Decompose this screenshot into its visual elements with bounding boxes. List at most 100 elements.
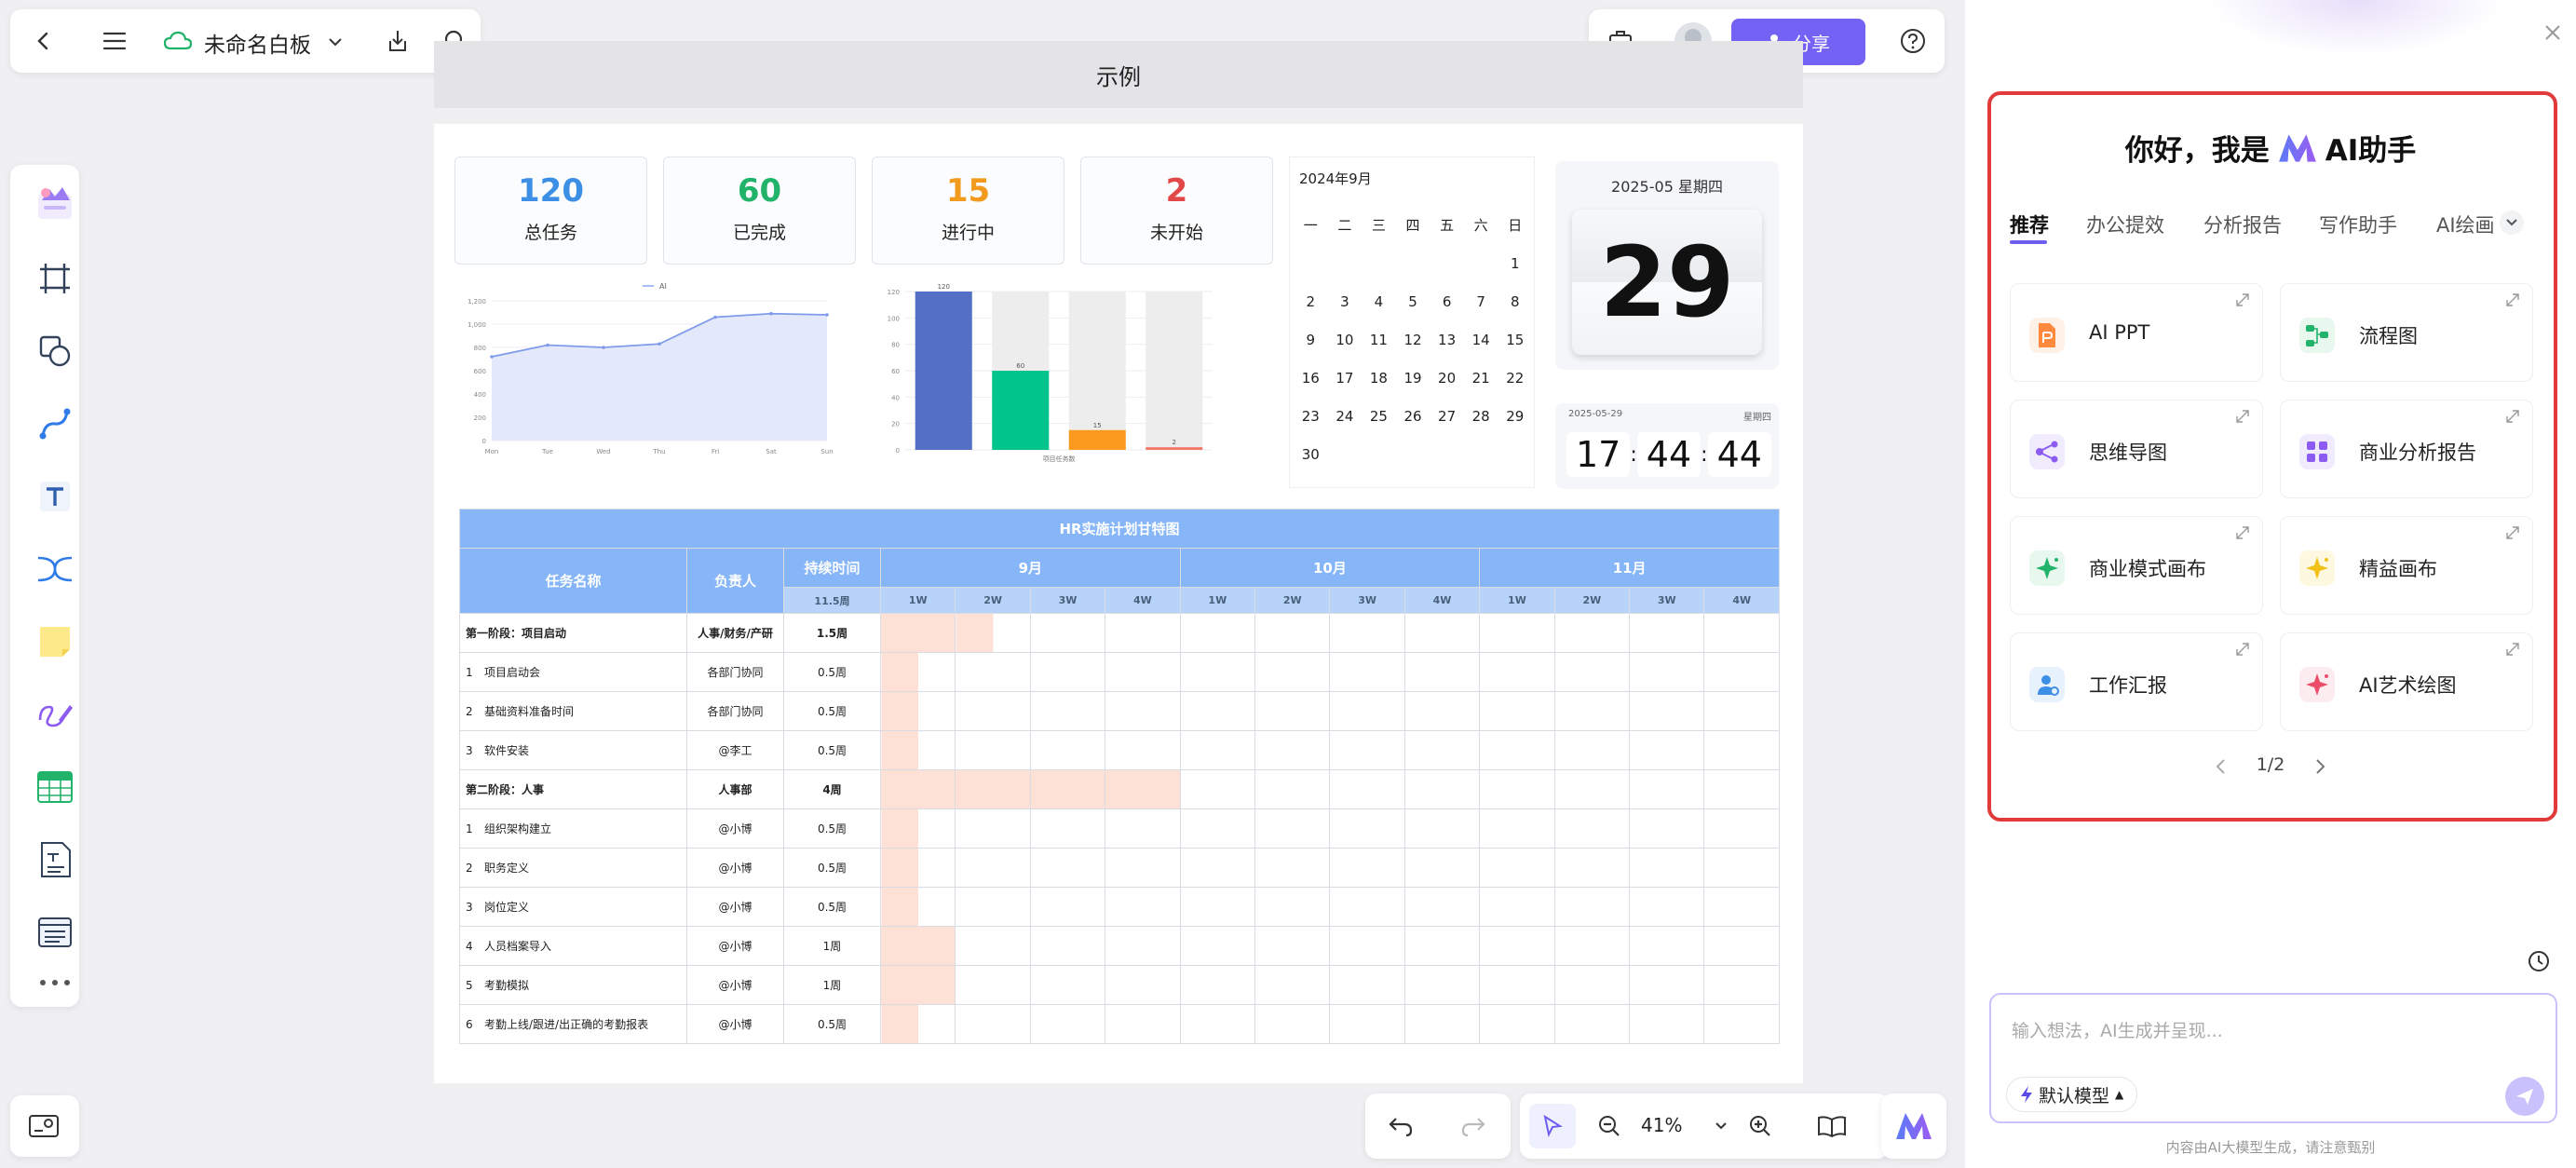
gantt-row[interactable]: 2 职务定义 @小博 0.5周 [459, 848, 1780, 888]
templates-icon[interactable] [29, 176, 81, 228]
frame-icon[interactable] [29, 252, 81, 305]
tab-ai-painting[interactable]: AI绘画 [2436, 211, 2495, 238]
expand-icon[interactable] [2234, 408, 2251, 425]
more-icon[interactable] [29, 966, 81, 999]
book-icon[interactable] [1816, 1111, 1848, 1141]
zoom-out-icon[interactable] [1594, 1111, 1624, 1141]
connector-icon[interactable] [29, 398, 81, 450]
chevron-down-icon[interactable] [327, 34, 344, 50]
history-clock-icon[interactable] [2526, 948, 2552, 974]
calendar-day[interactable]: 6 [1430, 293, 1464, 310]
redo-icon[interactable] [1458, 1111, 1488, 1141]
stat-card-total[interactable]: 120 总任务 [454, 156, 647, 265]
whiteboard-canvas[interactable]: 未命名白板 分享 示例 120 总任务 60 已完成 15 进行中 2 未开始 … [0, 0, 1965, 1168]
ai-feature-card[interactable]: 流程图 [2280, 283, 2533, 382]
calendar-day[interactable]: 11 [1362, 332, 1396, 348]
calendar-day[interactable]: 13 [1430, 332, 1464, 348]
gantt-row[interactable]: 2 基础资料准备时间 各部门协同 0.5周 [459, 691, 1780, 731]
stat-card-done[interactable]: 60 已完成 [663, 156, 856, 265]
text-document-icon[interactable] [29, 834, 81, 886]
text-icon[interactable] [29, 470, 81, 523]
gantt-row[interactable]: 第二阶段：人事 人事部 4周 [459, 769, 1780, 809]
expand-icon[interactable] [2234, 641, 2251, 658]
gantt-row[interactable]: 4 人员档案导入 @小博 1周 [459, 926, 1780, 966]
calendar-day[interactable]: 19 [1396, 370, 1430, 387]
expand-icon[interactable] [2234, 292, 2251, 308]
tab-writing[interactable]: 写作助手 [2319, 211, 2397, 238]
ai-feature-card[interactable]: 商业模式画布 [2010, 516, 2263, 615]
calendar-day[interactable]: 21 [1464, 370, 1498, 387]
select-tool-icon[interactable] [1529, 1104, 1576, 1148]
calendar-day[interactable]: 16 [1294, 370, 1328, 387]
export-icon[interactable] [383, 26, 413, 56]
calendar-day[interactable]: 3 [1328, 293, 1363, 310]
tab-office[interactable]: 办公提效 [2086, 211, 2164, 238]
gantt-row[interactable]: 3 软件安装 @李工 0.5周 [459, 730, 1780, 770]
line-chart[interactable]: AI 0 200 400 600 800 1,000 1,200 Mon Tue Wed Thu Fri… [454, 273, 846, 469]
calendar-day[interactable]: 8 [1498, 293, 1532, 310]
ai-assistant-button[interactable] [1881, 1093, 1946, 1159]
calendar-day[interactable]: 23 [1294, 408, 1328, 425]
tab-recommend[interactable]: 推荐 [2010, 211, 2049, 238]
gantt-row[interactable]: 3 岗位定义 @小博 0.5周 [459, 887, 1780, 927]
list-icon[interactable] [29, 906, 81, 958]
gantt-table[interactable]: HR实施计划甘特图 任务名称 负责人 持续时间 9月 10月 11月 11.5周… [459, 509, 1780, 1044]
calendar-day[interactable]: 26 [1396, 408, 1430, 425]
stat-card-not-started[interactable]: 2 未开始 [1080, 156, 1273, 265]
calendar-day[interactable]: 27 [1430, 408, 1464, 425]
calendar-day[interactable]: 9 [1294, 332, 1328, 348]
sticky-note-icon[interactable] [29, 616, 81, 668]
calendar-day[interactable]: 5 [1396, 293, 1430, 310]
zoom-level[interactable]: 41% [1641, 1114, 1682, 1136]
stat-card-in-progress[interactable]: 15 进行中 [872, 156, 1064, 265]
calendar-day[interactable]: 20 [1430, 370, 1464, 387]
dashboard-board[interactable]: 120 总任务 60 已完成 15 进行中 2 未开始 AI 0 200 400 600… [434, 124, 1803, 1083]
calendar-day[interactable]: 15 [1498, 332, 1532, 348]
calendar-day[interactable]: 17 [1328, 370, 1363, 387]
gantt-row[interactable]: 第一阶段：项目启动 人事/财务/产研 1.5周 [459, 613, 1780, 653]
ai-feature-card[interactable]: 商业分析报告 [2280, 400, 2533, 498]
ai-feature-card[interactable]: 思维导图 [2010, 400, 2263, 498]
bar-chart[interactable]: 0 20 40 60 80 100 120 120 60 15 2 项目任务数 [872, 282, 1226, 469]
shape-icon[interactable] [29, 325, 81, 377]
gantt-row[interactable]: 1 组织架构建立 @小博 0.5周 [459, 808, 1780, 849]
ai-feature-card[interactable]: AI PPT [2010, 283, 2263, 382]
calendar-day[interactable]: 10 [1328, 332, 1363, 348]
menu-icon[interactable] [100, 26, 129, 56]
tab-analysis[interactable]: 分析报告 [2203, 211, 2282, 238]
minimap-button[interactable] [10, 1095, 79, 1157]
expand-icon[interactable] [2504, 524, 2521, 541]
expand-icon[interactable] [2504, 292, 2521, 308]
ai-feature-card[interactable]: 工作汇报 [2010, 632, 2263, 731]
prev-page-icon[interactable] [2211, 756, 2230, 777]
gantt-row[interactable]: 1 项目启动会 各部门协同 0.5周 [459, 652, 1780, 692]
chevron-down-icon[interactable] [2500, 211, 2524, 235]
calendar-day[interactable]: 24 [1328, 408, 1363, 425]
calendar-day[interactable]: 18 [1362, 370, 1396, 387]
calendar-day[interactable]: 22 [1498, 370, 1532, 387]
table-icon[interactable] [29, 761, 81, 813]
calendar-day[interactable]: 1 [1498, 255, 1532, 272]
back-icon[interactable] [29, 26, 59, 56]
calendar-day[interactable]: 14 [1464, 332, 1498, 348]
send-icon[interactable] [2505, 1077, 2544, 1116]
calendar-day[interactable]: 12 [1396, 332, 1430, 348]
calendar-day[interactable]: 29 [1498, 408, 1532, 425]
expand-icon[interactable] [2504, 641, 2521, 658]
calendar-day[interactable]: 7 [1464, 293, 1498, 310]
ai-feature-card[interactable]: 精益画布 [2280, 516, 2533, 615]
zoom-in-icon[interactable] [1745, 1111, 1775, 1141]
ai-input[interactable]: 输入想法，AI生成并呈现... [2012, 1017, 2223, 1042]
calendar-day[interactable]: 30 [1294, 446, 1328, 463]
expand-icon[interactable] [2504, 408, 2521, 425]
gantt-row[interactable]: 5 考勤模拟 @小博 1周 [459, 965, 1780, 1005]
chevron-down-icon[interactable] [1714, 1119, 1729, 1134]
model-selector[interactable]: 默认模型 ▲ [2006, 1077, 2138, 1112]
help-icon[interactable] [1898, 26, 1928, 56]
calendar-day[interactable]: 4 [1362, 293, 1396, 310]
undo-icon[interactable] [1386, 1111, 1416, 1141]
calendar-day[interactable]: 2 [1294, 293, 1328, 310]
pen-icon[interactable] [29, 688, 81, 740]
gantt-row[interactable]: 6 考勤上线/跟进/出正确的考勤报表 @小博 0.5周 [459, 1004, 1780, 1044]
board-name[interactable]: 未命名白板 [204, 27, 311, 59]
